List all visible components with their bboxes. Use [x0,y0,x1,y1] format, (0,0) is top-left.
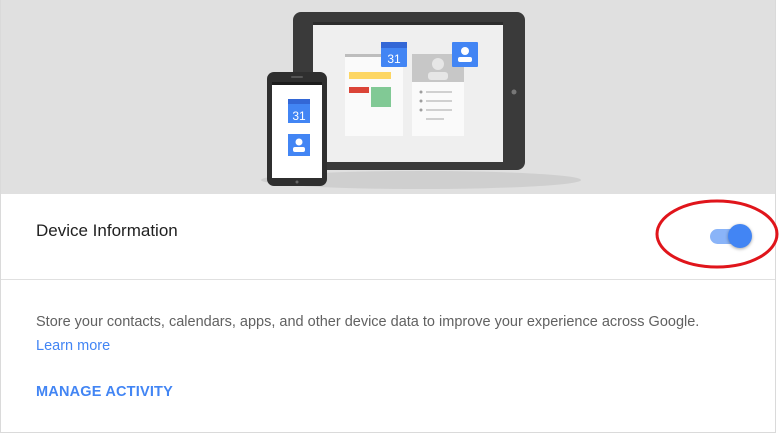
settings-card: 31 31 Device Information Store your cont… [0,0,776,433]
calendar-day-tablet: 31 [387,52,401,66]
tablet-illustration: 31 [293,12,525,170]
learn-more-link[interactable]: Learn more [36,338,110,354]
hero-illustration: 31 31 [1,0,775,194]
phone-illustration: 31 [267,72,327,186]
device-information-toggle[interactable] [706,221,760,251]
setting-title: Device Information [36,221,178,240]
manage-activity-button[interactable]: MANAGE ACTIVITY [36,384,173,400]
setting-description: Store your contacts, calendars, apps, an… [36,310,716,358]
toggle-thumb [728,224,752,248]
calendar-icon: 31 [381,42,407,67]
device-information-row: Device Information [1,194,775,280]
contacts-icon [452,42,478,67]
calendar-day-phone: 31 [292,109,306,123]
devices-illustration: 31 31 [261,12,581,189]
description-text: Store your contacts, calendars, apps, an… [36,314,700,330]
phone-calendar-icon: 31 [288,99,310,123]
phone-contacts-icon [288,134,310,156]
